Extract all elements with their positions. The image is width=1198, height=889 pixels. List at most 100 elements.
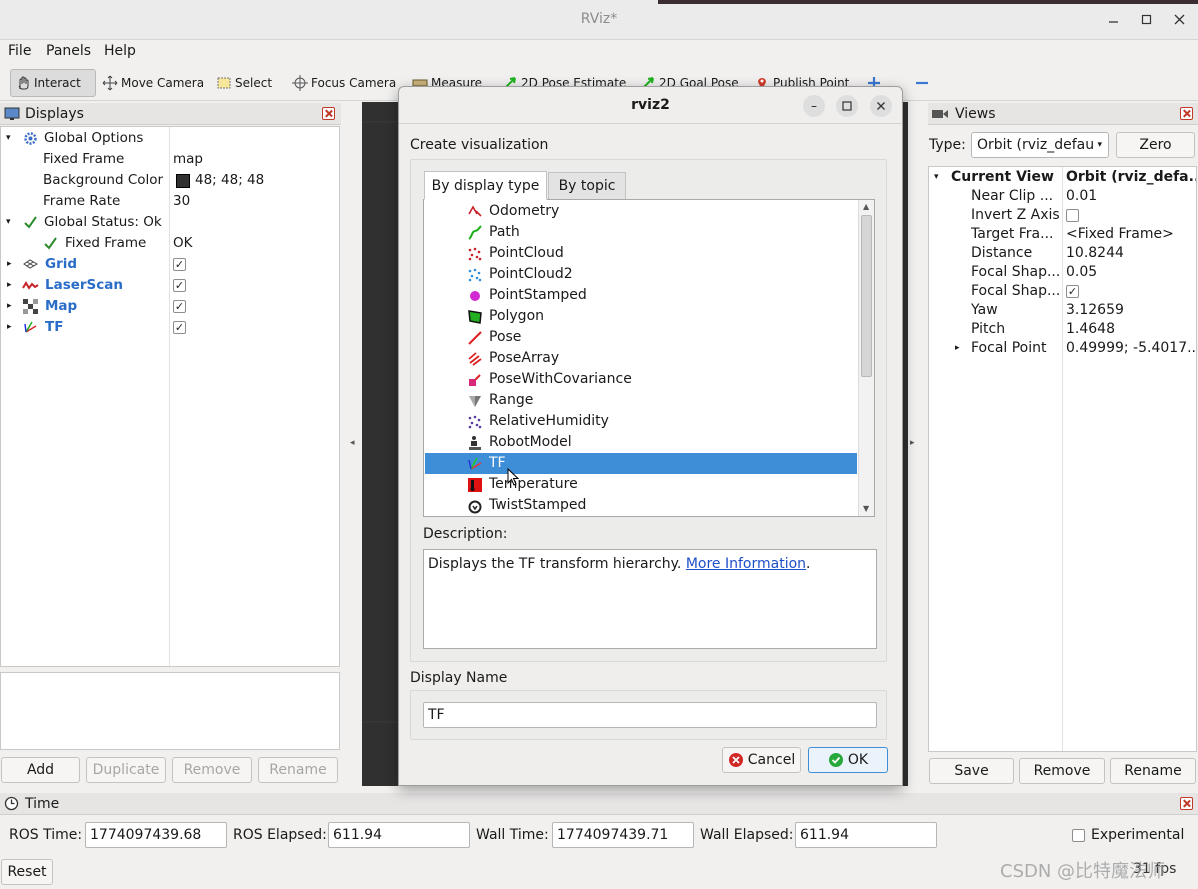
minimize-button[interactable] [1106,12,1122,28]
display-item-map[interactable]: ▸ Map [1,296,339,317]
dialog-maximize-button[interactable] [836,95,858,117]
path-icon [467,225,483,241]
view-type-select[interactable]: Orbit (rviz_defau ▾ [971,132,1109,158]
pointcloud2-icon [467,267,483,283]
views-close-button[interactable] [1180,107,1193,120]
checkmark-icon [23,215,38,230]
ros-elapsed-field[interactable]: 611.94 [328,822,470,848]
target-frame-value[interactable]: <Fixed Frame> [1066,225,1196,244]
global-options-label: Global Options [44,130,144,146]
save-view-button[interactable]: Save [929,758,1014,784]
grid-checkbox[interactable]: ✓ [173,258,186,271]
gear-icon [23,131,38,146]
close-button[interactable] [1172,12,1188,28]
list-item-pointcloud[interactable]: PointCloud [425,243,857,264]
list-item-polygon[interactable]: Polygon [425,306,857,327]
list-item-odometry[interactable]: Odometry [425,201,857,222]
add-display-button[interactable]: Add [1,757,80,783]
focal-shape-size-value[interactable]: 0.05 [1066,263,1196,282]
near-clip-value[interactable]: 0.01 [1066,187,1196,206]
background-color-value[interactable]: 48; 48; 48 [195,170,264,191]
laserscan-checkbox[interactable]: ✓ [173,279,186,292]
distance-value[interactable]: 10.8244 [1066,244,1196,263]
display-item-tf[interactable]: ▸ TF [1,317,339,338]
wall-elapsed-field[interactable]: 611.94 [795,822,937,848]
display-name-input[interactable]: TF [423,702,877,728]
collapse-left-icon[interactable]: ◂ [350,438,355,448]
wall-time-field[interactable]: 1774097439.71 [552,822,694,848]
list-item-relativehumidity[interactable]: RelativeHumidity [425,411,857,432]
list-item-pointcloud2[interactable]: PointCloud2 [425,264,857,285]
move-camera-tool[interactable]: Move Camera [98,69,208,97]
ros-time-field[interactable]: 1774097439.68 [85,822,227,848]
focal-point-value[interactable]: 0.49999; -5.4017... [1066,339,1196,358]
list-item-pointstamped[interactable]: PointStamped [425,285,857,306]
remove-tool-button[interactable] [910,69,934,97]
fixed-frame-value[interactable]: map [173,149,203,170]
checkmark-icon [43,236,58,251]
global-status-label: Global Status: Ok [44,214,162,230]
move-camera-label: Move Camera [121,76,205,90]
tab-by-display-type[interactable]: By display type [424,171,547,200]
global-options-row[interactable]: ▾ Global Options [1,128,339,149]
focus-camera-tool[interactable]: Focus Camera [288,69,400,97]
list-item-range[interactable]: Range [425,390,857,411]
remove-display-button[interactable]: Remove [172,757,252,783]
cancel-button[interactable]: Cancel [722,747,801,773]
select-tool[interactable]: Select [212,69,276,97]
displays-description-area [0,672,340,750]
scrollbar-thumb[interactable] [861,215,872,377]
menu-file[interactable]: File [8,43,31,59]
global-status-row[interactable]: ▾ Global Status: Ok [1,212,169,233]
zero-button[interactable]: Zero [1116,132,1195,158]
collapse-right-icon[interactable]: ▸ [910,438,915,448]
time-close-button[interactable] [1180,797,1193,810]
rename-view-button[interactable]: Rename [1110,758,1196,784]
dialog-close-button[interactable] [870,95,892,117]
invert-z-checkbox[interactable] [1066,209,1079,222]
camera-icon [931,108,949,120]
crosshair-icon [292,75,308,91]
list-item-robotmodel[interactable]: RobotModel [425,432,857,453]
list-item-twiststamped[interactable]: TwistStamped [425,495,857,516]
displays-close-button[interactable] [322,107,335,120]
display-item-grid[interactable]: ▸ Grid [1,254,339,275]
mouse-cursor-icon [507,468,519,486]
yaw-value[interactable]: 3.12659 [1066,301,1196,320]
scroll-down-icon[interactable]: ▼ [863,504,869,513]
list-item-tf[interactable]: TF [425,453,857,474]
list-item-path[interactable]: Path [425,222,857,243]
tab-by-topic[interactable]: By topic [548,172,626,200]
list-item-posewithcovariance[interactable]: PoseWithCovariance [425,369,857,390]
ok-button[interactable]: OK [808,747,888,773]
remove-view-button[interactable]: Remove [1019,758,1105,784]
displays-title: Displays [25,105,84,122]
list-item-posearray[interactable]: PoseArray [425,348,857,369]
maximize-button[interactable] [1139,12,1155,28]
scroll-up-icon[interactable]: ▲ [863,202,869,211]
rename-display-button[interactable]: Rename [258,757,338,783]
list-item-pose[interactable]: Pose [425,327,857,348]
focal-shape-fixed-checkbox[interactable]: ✓ [1066,285,1079,298]
list-scrollbar[interactable]: ▲ ▼ [858,200,874,516]
tf-checkbox[interactable]: ✓ [173,321,186,334]
more-information-link[interactable]: More Information [686,556,806,572]
frame-rate-value[interactable]: 30 [173,191,190,212]
list-item-temperature[interactable]: Temperature [425,474,857,495]
color-swatch[interactable] [176,174,190,188]
map-checkbox[interactable]: ✓ [173,300,186,313]
ros-elapsed-label: ROS Elapsed: [233,827,327,843]
experimental-label: Experimental [1091,827,1185,843]
display-item-laserscan[interactable]: ▸ LaserScan [1,275,339,296]
display-type-list[interactable]: Odometry Path PointCloud PointCloud2 Poi… [423,199,875,517]
experimental-checkbox[interactable] [1072,829,1085,842]
duplicate-display-button[interactable]: Duplicate [86,757,166,783]
menu-panels[interactable]: Panels [46,43,91,59]
reset-button[interactable]: Reset [1,859,53,885]
time-header: Time [0,793,1198,815]
interact-tool[interactable]: Interact [10,69,96,97]
pitch-value[interactable]: 1.4648 [1066,320,1196,339]
dialog-minimize-button[interactable]: – [803,95,825,117]
expand-right-icon: ▸ [7,322,12,332]
menu-help[interactable]: Help [104,43,136,59]
